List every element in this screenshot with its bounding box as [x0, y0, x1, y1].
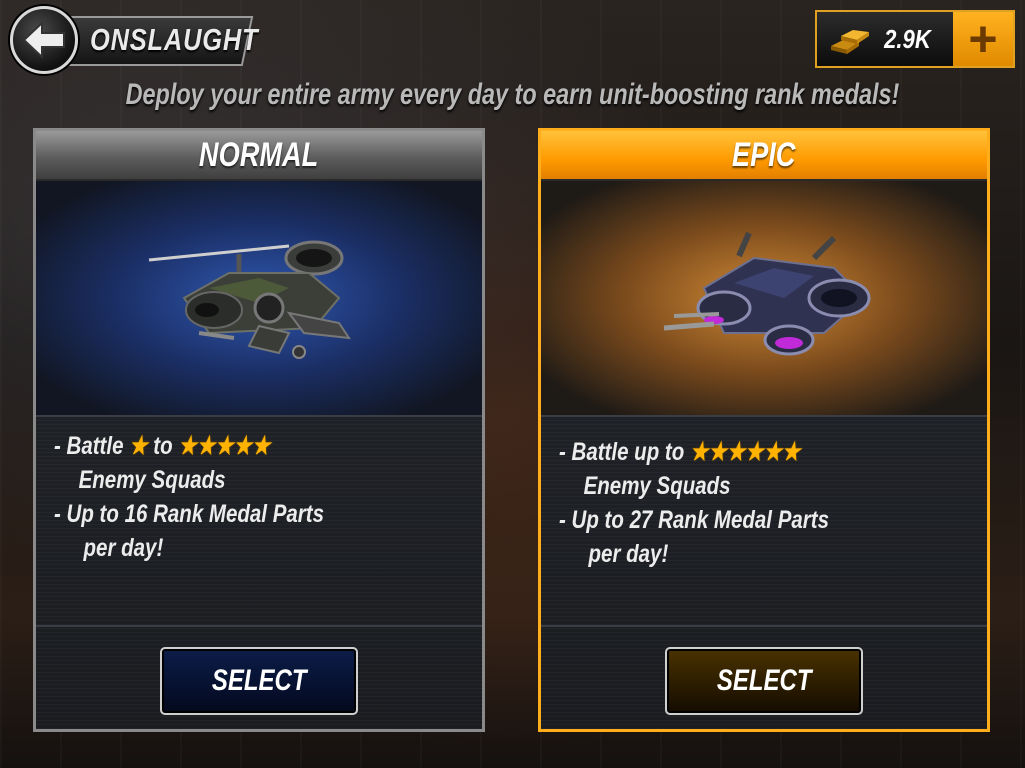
star-icon: ★★★★★★	[689, 438, 801, 466]
normal-select-label: SELECT	[211, 664, 307, 697]
normal-mode-card[interactable]: NORMAL - Battle ★ to ★★★★★ Enemy Squads …	[33, 128, 485, 732]
star-icon: ★	[129, 432, 148, 460]
normal-card-description: - Battle ★ to ★★★★★ Enemy Squads - Up to…	[36, 417, 482, 627]
epic-card-description: - Battle up to ★★★★★★ Enemy Squads - Up …	[541, 417, 987, 627]
normal-desc-line-3: - Up to 16 Rank Medal Parts	[54, 500, 324, 528]
epic-select-button[interactable]: SELECT	[665, 647, 863, 715]
epic-desc-line-1: - Battle up to ★★★★★★	[559, 435, 895, 469]
currency-amount: 2.9K	[884, 23, 931, 54]
normal-desc-battle: - Battle	[54, 432, 124, 460]
epic-desc-line-4: per day!	[588, 540, 669, 568]
normal-card-header: NORMAL	[36, 131, 482, 181]
epic-card-title: EPIC	[732, 135, 796, 174]
plus-icon: +	[968, 11, 998, 67]
normal-select-button[interactable]: SELECT	[160, 647, 358, 715]
page-subtitle: Deploy your entire army every day to ear…	[125, 78, 900, 111]
normal-unit-art	[36, 181, 482, 417]
normal-desc-to: to	[153, 432, 173, 460]
epic-select-label: SELECT	[716, 664, 812, 697]
page-title: ONSLAUGHT	[90, 22, 259, 57]
epic-unit-art	[541, 181, 987, 417]
epic-mode-card[interactable]: EPIC - Battle up to ★★★★★★ Enemy Squads …	[538, 128, 990, 732]
epic-desc-line-3: - Up to 27 Rank Medal Parts	[559, 506, 829, 534]
normal-desc-line-2: Enemy Squads	[78, 466, 226, 494]
epic-desc-line-2: Enemy Squads	[583, 472, 731, 500]
normal-desc-line-1: - Battle ★ to ★★★★★	[54, 429, 390, 463]
normal-desc-line-4: per day!	[83, 534, 164, 562]
gold-bars-icon	[831, 30, 869, 54]
star-icon: ★★★★★	[178, 432, 271, 460]
epic-card-header: EPIC	[541, 131, 987, 181]
normal-card-title: NORMAL	[199, 135, 319, 174]
back-button[interactable]	[10, 6, 78, 74]
normal-button-row: SELECT	[36, 647, 482, 715]
hover-gunship-icon	[663, 231, 871, 356]
currency-display: 2.9K +	[815, 10, 1015, 68]
add-currency-button[interactable]: +	[953, 12, 1013, 66]
gunship-icon	[148, 240, 352, 359]
back-arrow-icon	[22, 20, 65, 60]
epic-desc-battle: - Battle up to	[559, 438, 685, 466]
currency-amount-box: 2.9K	[817, 12, 953, 66]
epic-button-row: SELECT	[541, 647, 987, 715]
